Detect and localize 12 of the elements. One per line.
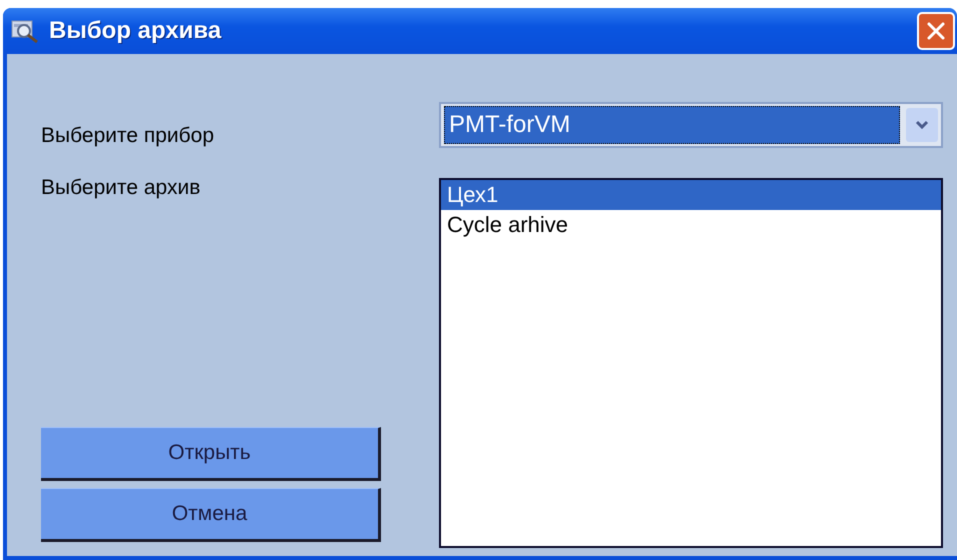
list-item[interactable]: Cycle arhive [441, 210, 941, 240]
dialog-button[interactable]: Открыть [41, 427, 381, 481]
field-label: Выберите архив [41, 176, 202, 200]
close-button[interactable] [917, 12, 955, 50]
close-icon [925, 20, 947, 42]
dialog-button[interactable]: Отмена [41, 488, 381, 542]
device-dropdown[interactable]: PMT-forVM [439, 102, 943, 148]
magnifier-folder-icon [11, 18, 41, 44]
list-item[interactable]: Цех1 [441, 180, 941, 210]
window-title: Выбор архива [49, 17, 222, 45]
field-label: Выберите прибор [41, 124, 216, 148]
chevron-down-icon[interactable] [906, 108, 938, 142]
